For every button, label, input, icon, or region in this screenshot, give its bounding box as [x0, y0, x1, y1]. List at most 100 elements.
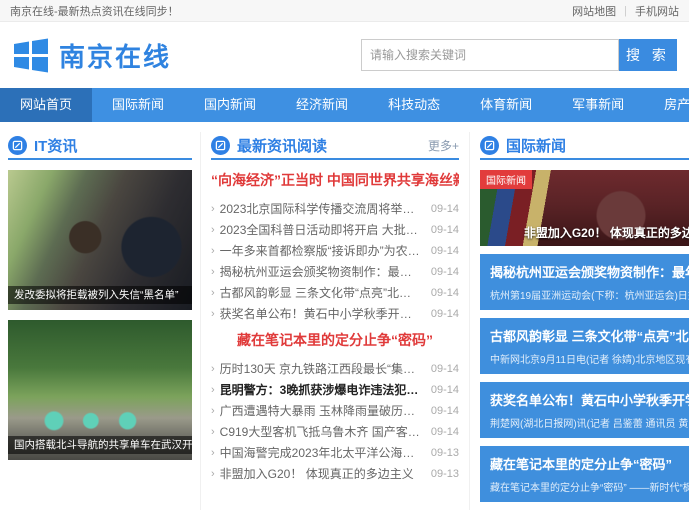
intl-section-header: 国际新闻	[480, 132, 689, 160]
arrow-bullet-icon: ›	[211, 468, 215, 480]
search-button[interactable]: 搜 索	[619, 39, 677, 71]
nav-item-2[interactable]: 国内新闻	[184, 88, 276, 122]
box-title: 获奖名单公布！黄石中小学秋季开学刮起“网	[490, 390, 689, 409]
arrow-bullet-icon: ›	[211, 203, 215, 215]
news-date: 09-14	[431, 266, 459, 278]
intl-box-list: 揭秘杭州亚运会颁奖物资制作：最年长匠人年杭州第19届亚洲运动会(下称：杭州亚运会…	[480, 254, 689, 502]
news-date: 09-14	[431, 405, 459, 417]
box-desc: 中新网北京9月11日电(记者 徐婧)北京地区现有7处世界文化	[490, 351, 689, 366]
news-date: 09-14	[431, 224, 459, 236]
news-image-card[interactable]: 发改委拟将拒载被列入失信“黑名单”	[8, 170, 192, 310]
search-bar: 搜 索	[361, 39, 677, 71]
news-date: 09-14	[431, 203, 459, 215]
news-list-item[interactable]: › 一年多来首都检察版“接诉即办”为农民工讨薪 09-14	[211, 240, 459, 261]
topbar-links: 网站地图 | 手机网站	[572, 3, 679, 19]
latest-news-column: 最新资讯阅读 更多+ “向海经济”正当时 中国同世界共享海丝新机遇 ›2023北…	[200, 132, 470, 510]
nav-item-1[interactable]: 国际新闻	[92, 88, 184, 122]
intl-news-box[interactable]: 古都风韵彰显 三条文化带“点亮”北京城市中新网北京9月11日电(记者 徐婧)北京…	[480, 318, 689, 374]
news-date: 09-14	[431, 245, 459, 257]
news-date: 09-14	[431, 426, 459, 438]
news-list-item[interactable]: › 2023全国科普日活动即将开启 大批前沿科技成果集... 09-14	[211, 219, 459, 240]
box-title: 揭秘杭州亚运会颁奖物资制作：最年长匠人年	[490, 262, 689, 281]
top-headline[interactable]: “向海经济”正当时 中国同世界共享海丝新机遇	[211, 170, 459, 190]
intl-section-title: 国际新闻	[506, 135, 566, 156]
edit-note-icon	[480, 136, 499, 155]
arrow-bullet-icon: ›	[211, 308, 215, 320]
header: 南京在线 搜 索	[0, 22, 689, 88]
news-list-1: ›2023北京国际科学传播交流周将举办 聚焦数字素养...09-14›2023全…	[211, 198, 459, 324]
nav-item-5[interactable]: 体育新闻	[460, 88, 552, 122]
news-title: 中国海警完成2023年北太平洋公海渔业执法巡航任	[220, 444, 423, 461]
news-title: 非盟加入G20！ 体现真正的多边主义	[220, 465, 423, 482]
it-news-column: IT资讯 发改委拟将拒载被列入失信“黑名单” 国内搭载北斗导航的共享单车在武汉开测	[8, 132, 200, 510]
news-title: 历时130天 京九铁路江西段最长“集中修”完成	[220, 360, 423, 377]
news-date: 09-14	[431, 287, 459, 299]
mobile-site-link[interactable]: 手机网站	[635, 3, 679, 19]
more-link[interactable]: 更多+	[428, 137, 459, 154]
box-desc: 藏在笔记本里的定分止争“密码” ——新时代“枫桥经验”	[490, 479, 689, 494]
intl-news-box[interactable]: 藏在笔记本里的定分止争“密码” 藏在笔记本里的定分止争“密码” ——新时代“枫桥经…	[480, 446, 689, 502]
news-title: 揭秘杭州亚运会颁奖物资制作：最年长匠人年逾	[220, 263, 423, 280]
windows-logo-icon	[12, 37, 50, 73]
news-date: 09-13	[431, 447, 459, 459]
feature-caption: 非盟加入G20！ 体现真正的多边主义	[480, 224, 689, 241]
news-image-card[interactable]: 国内搭载北斗导航的共享单车在武汉开测	[8, 320, 192, 460]
news-date: 09-14	[431, 308, 459, 320]
news-title: 广西遭遇特大暴雨 玉林降雨量破历史极值多地停	[220, 402, 423, 419]
box-title: 藏在笔记本里的定分止争“密码”	[490, 454, 689, 473]
news-list-item[interactable]: ›获奖名单公布！黄石中小学秋季开学刮起“网络09-14	[211, 303, 459, 324]
news-list-2: › 历时130天 京九铁路江西段最长“集中修”完成 09-14 › 昆明警方：3晚抓获涉…	[211, 358, 459, 484]
news-list-item[interactable]: ›2023北京国际科学传播交流周将举办 聚焦数字素养...09-14	[211, 198, 459, 219]
arrow-bullet-icon: ›	[211, 447, 215, 459]
news-list-item[interactable]: ›C919大型客机飞抵乌鲁木齐 国产客机新疆演示飞行09-14	[211, 421, 459, 442]
news-list-item[interactable]: ›昆明警方：3晚抓获涉爆电诈违法犯罪嫌疑人269人09-14	[211, 379, 459, 400]
box-desc: 荆楚网(湖北日报网)讯(记者 吕鉴蕾 通讯员 黄旺宣)近日，黄	[490, 415, 689, 430]
latest-section-title: 最新资讯阅读	[237, 135, 327, 156]
edit-note-icon	[8, 136, 27, 155]
site-slogan: 南京在线-最新热点资讯在线同步！	[10, 3, 179, 19]
category-tag: 国际新闻	[480, 170, 532, 189]
news-list-item[interactable]: › 历时130天 京九铁路江西段最长“集中修”完成 09-14	[211, 358, 459, 379]
main-content: IT资讯 发改委拟将拒载被列入失信“黑名单” 国内搭载北斗导航的共享单车在武汉开测…	[0, 122, 689, 510]
arrow-bullet-icon: ›	[211, 245, 215, 257]
news-list-item[interactable]: › 非盟加入G20！ 体现真正的多边主义 09-13	[211, 463, 459, 484]
arrow-bullet-icon: ›	[211, 224, 215, 236]
intl-feature-card[interactable]: 国际新闻 非盟加入G20！ 体现真正的多边主义	[480, 170, 689, 246]
nav-item-6[interactable]: 军事新闻	[552, 88, 644, 122]
intl-news-box[interactable]: 获奖名单公布！黄石中小学秋季开学刮起“网荆楚网(湖北日报网)讯(记者 吕鉴蕾 通…	[480, 382, 689, 438]
it-section-title: IT资讯	[34, 135, 77, 156]
site-logo[interactable]: 南京在线	[12, 37, 171, 74]
arrow-bullet-icon: ›	[211, 426, 215, 438]
nav-item-4[interactable]: 科技动态	[368, 88, 460, 122]
news-list-item[interactable]: › 揭秘杭州亚运会颁奖物资制作：最年长匠人年逾 09-14	[211, 261, 459, 282]
news-list-item[interactable]: ›古都风韵彰显 三条文化带“点亮”北京城市文脉09-14	[211, 282, 459, 303]
nav-item-7[interactable]: 房产资讯	[644, 88, 689, 122]
arrow-bullet-icon: ›	[211, 384, 215, 396]
arrow-bullet-icon: ›	[211, 363, 215, 375]
main-nav: 网站首页国际新闻国内新闻经济新闻科技动态体育新闻军事新闻房产资讯	[0, 88, 689, 122]
news-list-item[interactable]: › 广西遭遇特大暴雨 玉林降雨量破历史极值多地停 09-14	[211, 400, 459, 421]
it-section-header: IT资讯	[8, 132, 192, 160]
arrow-bullet-icon: ›	[211, 287, 215, 299]
image-caption: 发改委拟将拒载被列入失信“黑名单”	[8, 286, 192, 304]
divider: |	[624, 5, 627, 17]
news-list-item[interactable]: › 中国海警完成2023年北太平洋公海渔业执法巡航任 09-13	[211, 442, 459, 463]
site-title: 南京在线	[59, 37, 171, 74]
news-date: 09-13	[431, 468, 459, 480]
news-title: 2023全国科普日活动即将开启 大批前沿科技成果集...	[220, 221, 423, 238]
latest-section-header: 最新资讯阅读 更多+	[211, 132, 459, 160]
box-title: 古都风韵彰显 三条文化带“点亮”北京城市	[490, 326, 689, 345]
nav-item-3[interactable]: 经济新闻	[276, 88, 368, 122]
image-caption: 国内搭载北斗导航的共享单车在武汉开测	[8, 436, 192, 454]
news-title: 一年多来首都检察版“接诉即办”为农民工讨薪	[220, 242, 423, 259]
arrow-bullet-icon: ›	[211, 405, 215, 417]
sitemap-link[interactable]: 网站地图	[572, 3, 616, 19]
edit-note-icon	[211, 136, 230, 155]
news-title: 昆明警方：3晚抓获涉爆电诈违法犯罪嫌疑人269人	[220, 381, 423, 398]
intl-news-box[interactable]: 揭秘杭州亚运会颁奖物资制作：最年长匠人年杭州第19届亚洲运动会(下称：杭州亚运会…	[480, 254, 689, 310]
nav-item-0[interactable]: 网站首页	[0, 88, 92, 122]
news-date: 09-14	[431, 363, 459, 375]
search-input[interactable]	[361, 39, 619, 71]
second-headline[interactable]: 藏在笔记本里的定分止争“密码”	[211, 330, 459, 350]
arrow-bullet-icon: ›	[211, 266, 215, 278]
